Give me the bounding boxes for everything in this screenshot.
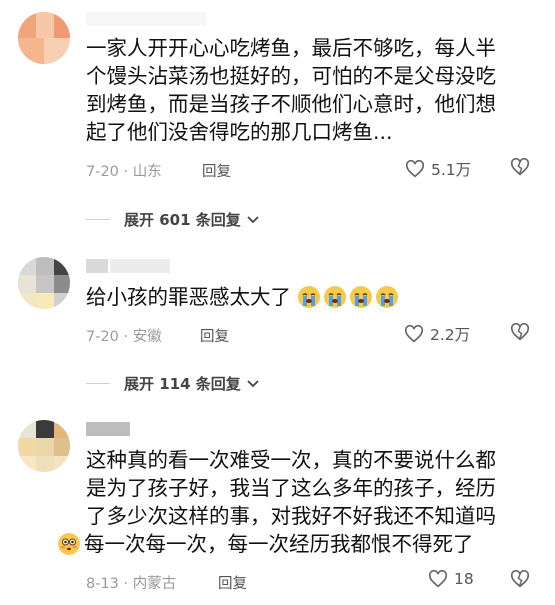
comment-date-location: 7-20 · 山东 [86, 164, 162, 180]
loudly-crying-face-emoji [349, 286, 372, 308]
username-redacted [86, 12, 206, 26]
comment-date-location: 8-13 · 内蒙古 [86, 576, 177, 592]
username-redacted [86, 259, 108, 273]
broken-heart-icon [510, 569, 530, 588]
reply-button[interactable]: 回复 [202, 160, 231, 181]
comment-text: 一家人开开心心吃烤鱼，最后不够吃，每人半 个馒头沾菜汤也挺好的，可怕的不是父母没… [86, 36, 496, 144]
comment-2: 给小孩的罪恶感太大了 7-20 · 安徽 回复 2.2万 展开 114 条回复 [0, 245, 555, 395]
like-count: 18 [454, 570, 474, 588]
heart-outline-icon [405, 160, 425, 178]
loudly-crying-face-emoji [323, 286, 346, 308]
dislike-button[interactable] [510, 322, 530, 345]
comment-text: 给小孩的罪恶感太大了 [86, 283, 536, 311]
dislike-button[interactable] [510, 157, 530, 180]
username-redacted [86, 422, 130, 436]
like-button[interactable]: 5.1万 [405, 158, 471, 180]
broken-heart-icon [510, 322, 530, 341]
comment-3: 这种真的看一次难受一次，真的不要说什么都 是为了孩子好，我当了这么多年的孩子，经… [0, 410, 555, 605]
heart-outline-icon [428, 570, 448, 588]
loudly-crying-face-emoji [375, 286, 398, 308]
like-count: 5.1万 [431, 161, 472, 179]
like-button[interactable]: 2.2万 [404, 323, 470, 345]
comment-1: 一家人开开心心吃烤鱼，最后不够吃，每人半 个馒头沾菜汤也挺好的，可怕的不是父母没… [0, 0, 555, 235]
avatar[interactable] [18, 257, 70, 309]
chevron-down-icon [247, 215, 259, 223]
like-count: 2.2万 [430, 326, 471, 344]
expand-replies-button[interactable]: 展开 114 条回复 [86, 373, 259, 394]
like-button[interactable]: 18 [428, 570, 474, 588]
comment-date-location: 7-20 · 安徽 [86, 329, 162, 345]
avatar[interactable] [18, 420, 70, 472]
loudly-crying-face-emoji [297, 286, 320, 308]
divider-line [86, 219, 110, 220]
reply-button[interactable]: 回复 [200, 325, 229, 346]
expand-replies-button[interactable]: 展开 601 条回复 [86, 209, 259, 230]
reply-button[interactable]: 回复 [218, 572, 247, 593]
flushed-face-emoji [58, 533, 80, 555]
avatar[interactable] [18, 12, 70, 64]
dislike-button[interactable] [510, 569, 530, 592]
username-redacted [110, 259, 170, 273]
divider-line [86, 383, 110, 384]
heart-outline-icon [404, 325, 424, 343]
comment-text: 这种真的看一次难受一次，真的不要说什么都 是为了孩子好，我当了这么多年的孩子，经… [58, 446, 536, 558]
chevron-down-icon [247, 379, 259, 387]
broken-heart-icon [510, 157, 530, 176]
